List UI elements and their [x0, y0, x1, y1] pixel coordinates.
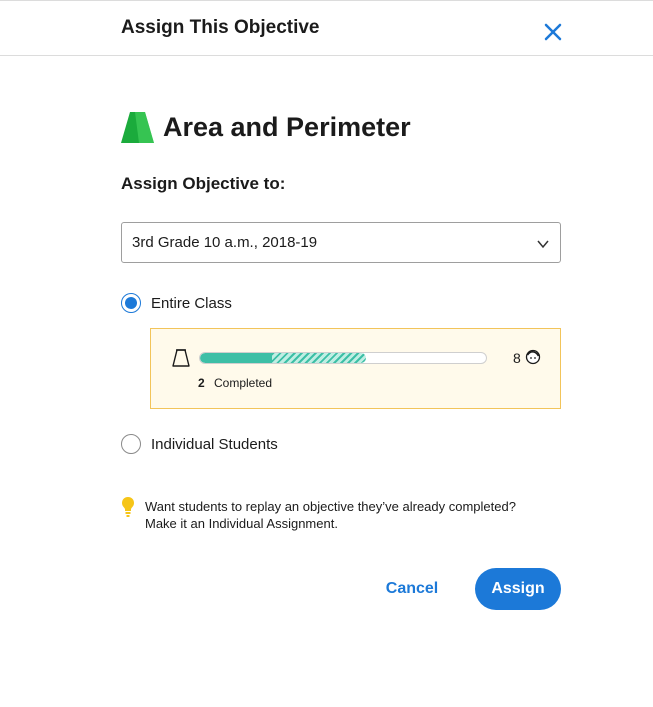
flask-icon: [172, 349, 190, 367]
class-select[interactable]: 3rd Grade 10 a.m., 2018-19: [121, 222, 561, 263]
objective-heading: Area and Perimeter: [121, 110, 411, 144]
close-icon: [544, 23, 562, 41]
completed-count: 2: [198, 376, 205, 390]
chevron-down-icon: [537, 240, 549, 249]
assign-objective-dialog: Assign This Objective Area and Perimeter…: [0, 0, 653, 707]
progress-in-progress-fill: [271, 353, 366, 363]
lightbulb-icon: [122, 497, 134, 517]
tip-text: Want students to replay an objective the…: [145, 498, 565, 532]
completed-label: Completed: [214, 376, 273, 390]
individual-students-label: Individual Students: [151, 435, 278, 453]
class-select-value: 3rd Grade 10 a.m., 2018-19: [132, 234, 318, 251]
progress-bar: [199, 352, 487, 364]
dialog-title: Assign This Objective: [121, 17, 320, 38]
close-button[interactable]: [542, 21, 564, 43]
student-face-icon: [525, 349, 541, 365]
entire-class-radio[interactable]: [121, 293, 141, 313]
progress-completed-fill: [200, 353, 272, 363]
individual-students-radio[interactable]: [121, 434, 141, 454]
objective-title: Area and Perimeter: [163, 111, 411, 142]
entire-class-label: Entire Class: [151, 294, 232, 312]
class-progress-panel: 8 2 Completed: [150, 328, 561, 409]
entire-class-option[interactable]: Entire Class: [121, 293, 232, 313]
area-objective-icon: [121, 111, 154, 143]
assign-to-label: Assign Objective to:: [121, 174, 286, 193]
individual-students-option[interactable]: Individual Students: [121, 434, 278, 454]
dialog-header: Assign This Objective: [0, 0, 653, 56]
student-count: 8: [513, 350, 521, 366]
cancel-button[interactable]: Cancel: [375, 568, 449, 610]
tip-line-1: Want students to replay an objective the…: [145, 499, 516, 514]
assign-button[interactable]: Assign: [475, 568, 561, 610]
tip-line-2: Make it an Individual Assignment.: [145, 516, 338, 531]
